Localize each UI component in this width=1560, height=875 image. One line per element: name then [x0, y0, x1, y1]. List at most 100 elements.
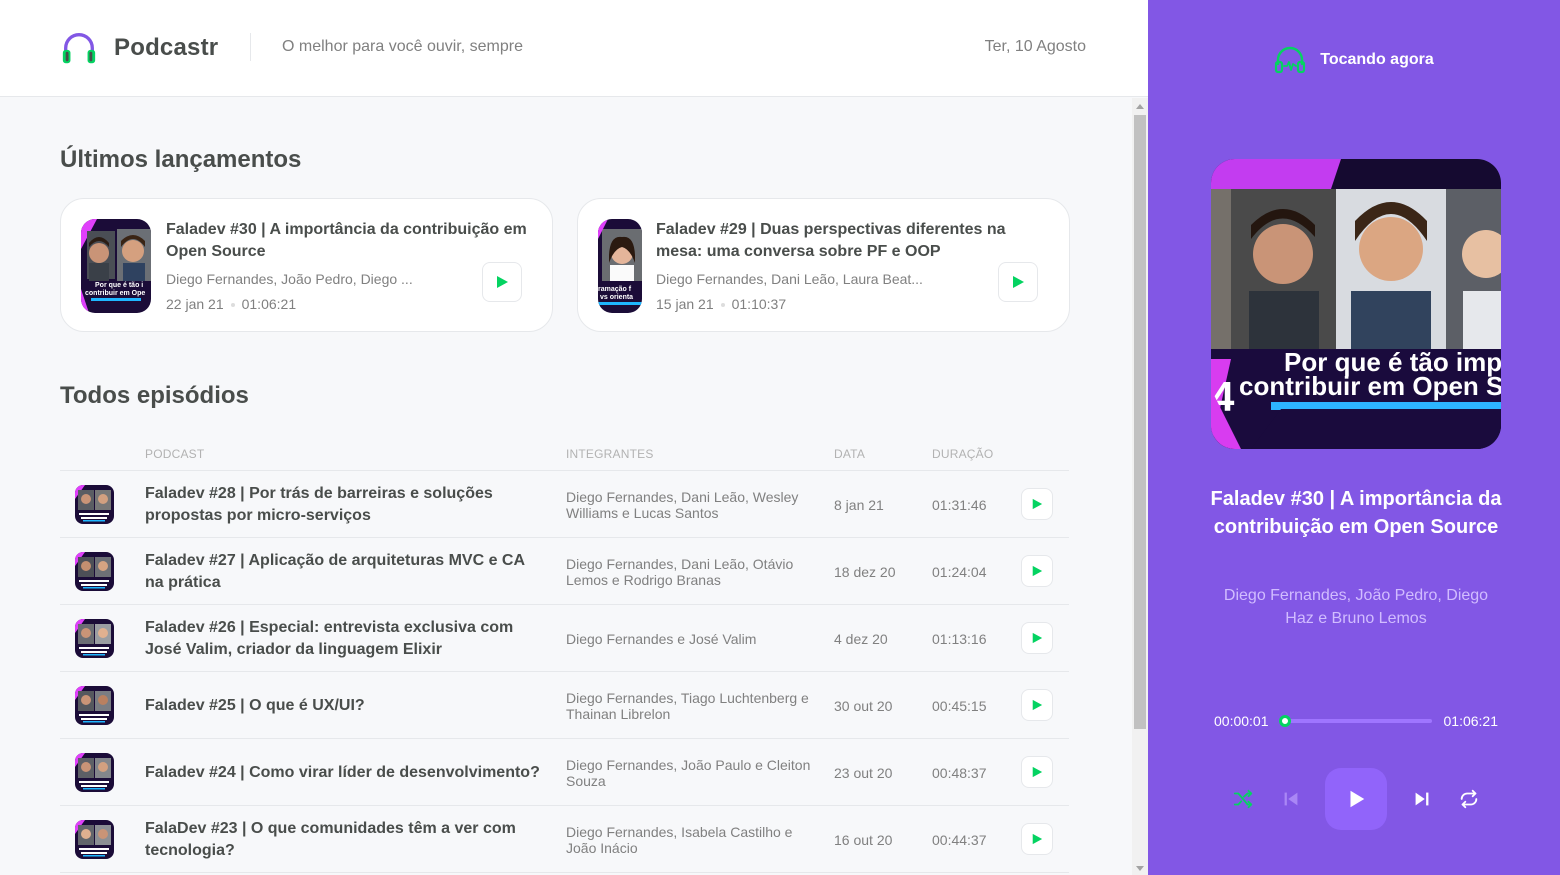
play-icon [1032, 833, 1043, 845]
episode-members: Diego Fernandes, Dani Leão, Wesley Willi… [566, 489, 799, 521]
play-episode-button[interactable] [1021, 622, 1053, 654]
table-row: Faladev #28 | Por trás de barreiras e so… [60, 471, 1069, 538]
episode-thumbnail [75, 753, 114, 792]
main-content[interactable]: Últimos lançamentos Por que é tão i cont… [0, 98, 1132, 875]
episode-title[interactable]: Faladev #26 | Especial: entrevista exclu… [145, 617, 545, 661]
episode-members: Diego Fernandes, João Paulo e Cleiton So… [566, 757, 811, 789]
episode-title[interactable]: Faladev #27 | Aplicação de arquiteturas … [145, 550, 545, 594]
episode-title[interactable]: Faladev #25 | O que é UX/UI? [145, 684, 545, 728]
total-time: 01:06:21 [1443, 713, 1499, 729]
scroll-down-arrow-icon[interactable] [1136, 866, 1144, 871]
episode-duration: 01:31:46 [932, 497, 987, 513]
header-divider [250, 33, 251, 61]
logo: Podcastr [60, 28, 218, 68]
scrollbar[interactable] [1132, 98, 1148, 875]
play-icon [1032, 498, 1043, 510]
now-playing-members: Diego Fernandes, João Pedro, Diego Haz e… [1223, 587, 1489, 627]
latest-episode-card: ramação f vs orienta Faladev #29 | Duas … [577, 198, 1070, 332]
episode-title[interactable]: Faladev #28 | Por trás de barreiras e so… [145, 483, 545, 527]
episode-duration: 00:48:37 [932, 765, 987, 781]
episode-title[interactable]: FalaDev #23 | O que comunidades têm a ve… [145, 818, 545, 862]
episodes-table: Podcast Integrantes Data Duração Faladev… [60, 433, 1069, 873]
play-pause-button[interactable] [1325, 768, 1387, 830]
svg-text:vs orienta: vs orienta [600, 294, 633, 301]
table-header: Podcast Integrantes Data Duração [60, 433, 1069, 471]
episode-duration: 00:45:15 [932, 698, 987, 714]
episode-meta: 22 jan 21 01:06:21 [166, 296, 296, 312]
header: Podcastr O melhor para você ouvir, sempr… [0, 0, 1148, 97]
episode-date: 22 jan 21 [166, 296, 224, 312]
play-episode-button[interactable] [482, 262, 522, 302]
episode-duration: 01:10:37 [731, 296, 787, 312]
tagline: O melhor para você ouvir, sempre [282, 38, 523, 55]
player-controls [1230, 768, 1482, 830]
episode-title[interactable]: Faladev #24 | Como virar líder de desenv… [145, 751, 545, 795]
svg-text:Por que é tão i: Por que é tão i [95, 282, 143, 289]
previous-button[interactable] [1278, 786, 1304, 812]
shuffle-button[interactable] [1230, 786, 1256, 812]
table-row: FalaDev #23 | O que comunidades têm a ve… [60, 806, 1069, 873]
headphones-logo-icon [62, 33, 96, 64]
episode-members: Diego Fernandes, Dani Leão, Otávio Lemos… [566, 556, 794, 588]
scroll-up-arrow-icon[interactable] [1136, 104, 1144, 109]
repeat-button[interactable] [1456, 786, 1482, 812]
table-row: Faladev #25 | O que é UX/UI? Diego Ferna… [60, 672, 1069, 739]
app-area: Podcastr O melhor para você ouvir, sempr… [0, 0, 1148, 875]
episode-members: Diego Fernandes, Dani Leão, Laura Beat..… [656, 271, 923, 287]
play-episode-button[interactable] [1021, 488, 1053, 520]
column-header-duration: Duração [932, 447, 994, 461]
progress-handle[interactable] [1278, 715, 1291, 727]
episode-members: Diego Fernandes e José Valim [566, 631, 757, 647]
play-icon [1032, 699, 1043, 711]
episode-thumbnail [75, 552, 114, 591]
play-icon [1013, 276, 1024, 288]
episode-date: 15 jan 21 [656, 296, 714, 312]
separator-dot [230, 303, 235, 308]
play-icon [1032, 766, 1043, 778]
episode-title[interactable]: Faladev #30 | A importância da contribui… [166, 219, 531, 263]
episode-title[interactable]: Faladev #29 | Duas perspectivas diferent… [656, 219, 1036, 263]
player-heading: Tocando agora [1320, 51, 1434, 68]
progress-bar: 00:00:01 01:06:21 [1214, 712, 1498, 730]
column-header-date: Data [834, 447, 866, 461]
table-row: Faladev #27 | Aplicação de arquiteturas … [60, 538, 1069, 605]
column-header-podcast: Podcast [145, 447, 205, 461]
episode-thumbnail [75, 686, 114, 725]
episode-duration: 00:44:37 [932, 832, 987, 848]
episode-thumbnail: Por que é tão i contribuir em Ope [81, 219, 151, 313]
episode-duration: 01:06:21 [241, 296, 297, 312]
episode-duration: 01:24:04 [932, 564, 987, 580]
play-icon [1032, 565, 1043, 577]
episode-thumbnail [75, 485, 114, 524]
episode-duration: 01:13:16 [932, 631, 987, 647]
all-episodes-title: Todos episódios [60, 382, 249, 409]
episode-members: Diego Fernandes, Tiago Luchtenberg e Tha… [566, 690, 809, 722]
shuffle-icon [1233, 789, 1253, 809]
scrollbar-thumb[interactable] [1134, 115, 1146, 729]
progress-slider[interactable] [1278, 715, 1432, 727]
episode-members: Diego Fernandes, Isabela Castilho e João… [566, 824, 793, 856]
play-episode-button[interactable] [998, 262, 1038, 302]
latest-title: Últimos lançamentos [60, 146, 302, 173]
episode-thumbnail [75, 820, 114, 859]
current-time: 00:00:01 [1214, 713, 1269, 729]
play-icon [1032, 632, 1043, 644]
svg-text:contribuir em Ope: contribuir em Ope [85, 290, 145, 297]
separator-dot [720, 303, 725, 308]
play-episode-button[interactable] [1021, 555, 1053, 587]
skip-next-icon [1415, 792, 1428, 806]
episode-cover-image: 4 Por que é tão imp contribuir em Open S [1211, 159, 1501, 449]
table-row: Faladev #26 | Especial: entrevista exclu… [60, 605, 1069, 672]
play-episode-button[interactable] [1021, 756, 1053, 788]
next-button[interactable] [1409, 786, 1435, 812]
table-row: Faladev #24 | Como virar líder de desenv… [60, 739, 1069, 806]
play-episode-button[interactable] [1021, 823, 1053, 855]
episode-meta: 15 jan 21 01:10:37 [656, 296, 786, 312]
play-episode-button[interactable] [1021, 689, 1053, 721]
player-panel: Tocando agora 4 Por que é tão imp contri… [1148, 0, 1560, 875]
skip-previous-icon [1284, 792, 1297, 806]
current-date: Ter, 10 Agosto [984, 38, 1086, 55]
episode-members: Diego Fernandes, João Pedro, Diego ... [166, 271, 413, 287]
episode-thumbnail [75, 619, 114, 658]
play-icon [497, 276, 508, 288]
